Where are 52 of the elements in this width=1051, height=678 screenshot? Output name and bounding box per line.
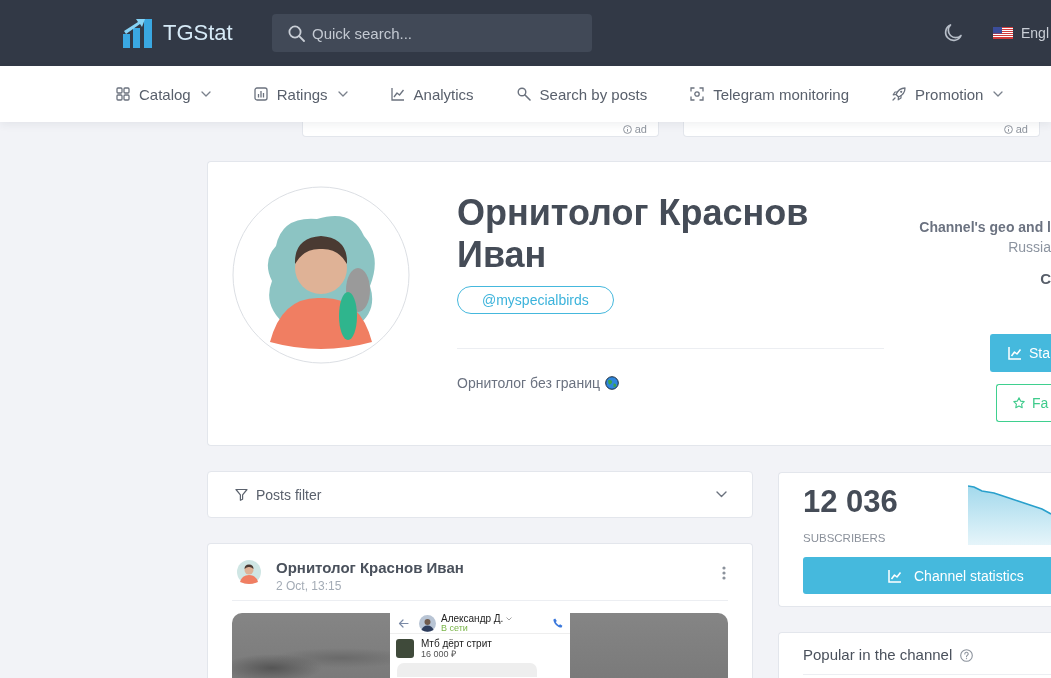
listing-title: Мтб дёрт стрит	[421, 638, 492, 649]
back-arrow-icon	[398, 618, 409, 628]
chevron-down-icon	[716, 491, 727, 498]
listing-price: 16 000 ₽	[421, 649, 457, 659]
line-chart-icon	[888, 568, 902, 583]
nav-item[interactable]: Catalog	[116, 85, 211, 103]
logo-icon[interactable]	[123, 18, 155, 48]
ad-label: ad	[1015, 123, 1028, 135]
channel-description: Орнитолог без границ	[457, 375, 600, 391]
post-date: 2 Oct, 13:15	[276, 579, 342, 593]
help-icon[interactable]	[960, 648, 974, 662]
filter-icon	[235, 488, 248, 501]
scan-icon	[690, 87, 705, 101]
search-field[interactable]: Quick search...	[272, 14, 592, 52]
nav-item[interactable]: Search by posts	[516, 85, 648, 103]
nav-item[interactable]: Analytics	[390, 85, 474, 103]
logo-text[interactable]: TGStat	[163, 20, 233, 46]
contact-name: Александр Д.	[441, 613, 504, 624]
avatar-icon	[237, 560, 261, 584]
rocket-icon	[892, 87, 907, 101]
nav-item[interactable]: Ratings	[253, 85, 348, 103]
geo-language-heading: Channel's geo and l	[919, 219, 1051, 236]
search-icon	[516, 87, 531, 101]
star-icon	[1013, 397, 1025, 409]
line-chart-icon	[390, 87, 405, 101]
category-label: C	[1040, 270, 1051, 288]
bar-chart-icon	[253, 87, 268, 101]
info-icon	[1003, 124, 1013, 134]
contact-status: В сети	[441, 623, 468, 633]
popular-title: Popular in the channel	[803, 646, 953, 664]
photo-placeholder	[396, 639, 414, 658]
subscriber-count: 12 036	[803, 485, 898, 519]
phone-icon	[553, 618, 563, 628]
nav-item[interactable]: Telegram monitoring	[690, 85, 850, 103]
post-author: Орнитолог Краснов Иван	[276, 559, 464, 577]
geo-value: Russia	[1008, 239, 1051, 256]
subscribers-label: SUBSCRIBERS	[803, 532, 886, 545]
grid-icon	[116, 87, 130, 101]
chevron-down-icon	[506, 616, 513, 621]
search-icon	[288, 25, 305, 42]
ad-label: ad	[634, 123, 647, 135]
info-icon	[622, 124, 632, 134]
line-chart-icon	[1008, 346, 1022, 360]
posts-filter[interactable]: Posts filter	[207, 471, 753, 518]
avatar-icon	[419, 614, 436, 632]
flag-icon	[993, 27, 1013, 39]
channel-title: Орнитолог Краснов Иван	[457, 192, 810, 276]
nav-item[interactable]: Promotion	[892, 85, 1004, 103]
moon-icon[interactable]	[943, 23, 963, 43]
globe-icon	[604, 376, 619, 390]
more-icon[interactable]	[722, 566, 726, 580]
language-selector[interactable]: Engl	[993, 25, 1050, 41]
